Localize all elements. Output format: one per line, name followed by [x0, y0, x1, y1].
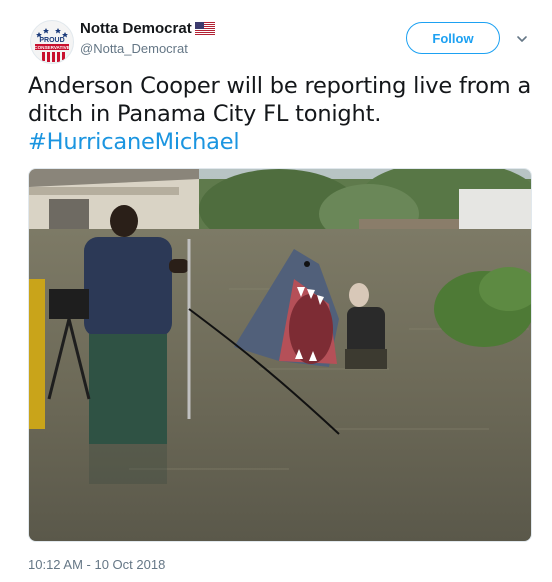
hashtag-link[interactable]: #HurricaneMichael	[28, 128, 538, 156]
author-name-row[interactable]: Notta Democrat	[80, 20, 215, 37]
avatar-text-top: PROUD	[39, 37, 64, 44]
tweet-text-line: ditch in Panama City FL tonight.	[28, 101, 382, 127]
follow-button[interactable]: Follow	[406, 22, 500, 54]
tweet-text-line: Anderson Cooper will be reporting live f…	[28, 73, 532, 99]
tweet-timestamp[interactable]: 10:12 AM - 10 Oct 2018	[28, 557, 165, 572]
avatar[interactable]: PROUD CONSERVATIVE	[30, 20, 74, 64]
us-flag-icon	[194, 22, 215, 35]
tweet-photo[interactable]	[28, 168, 532, 542]
avatar-text-bottom: CONSERVATIVE	[34, 45, 69, 50]
author-display-name[interactable]: Notta Democrat	[80, 20, 192, 37]
tweet-text: Anderson Cooper will be reporting live f…	[28, 72, 538, 156]
author-handle[interactable]: @Notta_Democrat	[80, 41, 188, 56]
chevron-down-icon[interactable]	[516, 32, 528, 44]
